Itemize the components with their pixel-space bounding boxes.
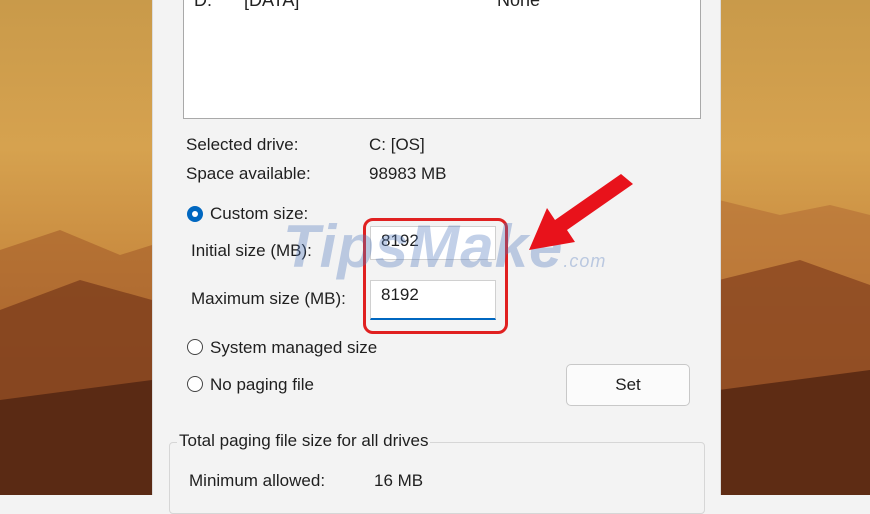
- system-managed-label[interactable]: System managed size: [210, 338, 377, 358]
- initial-size-label: Initial size (MB):: [191, 241, 312, 260]
- maximum-size-label: Maximum size (MB):: [191, 289, 346, 308]
- selected-drive-value: C: [OS]: [369, 135, 425, 154]
- red-arrow-icon: [529, 174, 633, 250]
- space-available-value: 98983 MB: [369, 164, 447, 183]
- custom-size-label[interactable]: Custom size:: [210, 204, 308, 224]
- highlight-box: [363, 218, 508, 334]
- minimum-allowed-label: Minimum allowed:: [189, 471, 326, 490]
- drive-paging-size: None: [497, 0, 541, 10]
- space-available-label: Space available:: [186, 164, 311, 183]
- system-managed-radio[interactable]: [187, 339, 203, 355]
- drive-label: [DATA]: [244, 0, 300, 10]
- selected-drive-label: Selected drive:: [186, 135, 299, 154]
- minimum-allowed-value: 16 MB: [374, 471, 424, 490]
- drive-letter: D:: [194, 0, 212, 10]
- custom-size-radio[interactable]: [187, 206, 203, 222]
- no-paging-radio[interactable]: [187, 376, 203, 392]
- no-paging-label[interactable]: No paging file: [210, 375, 314, 395]
- drive-row[interactable]: D: [DATA] None: [184, 0, 700, 12]
- set-button[interactable]: Set: [566, 364, 690, 406]
- total-paging-title: Total paging file size for all drives: [177, 431, 431, 451]
- drive-list[interactable]: D: [DATA] None: [183, 0, 701, 119]
